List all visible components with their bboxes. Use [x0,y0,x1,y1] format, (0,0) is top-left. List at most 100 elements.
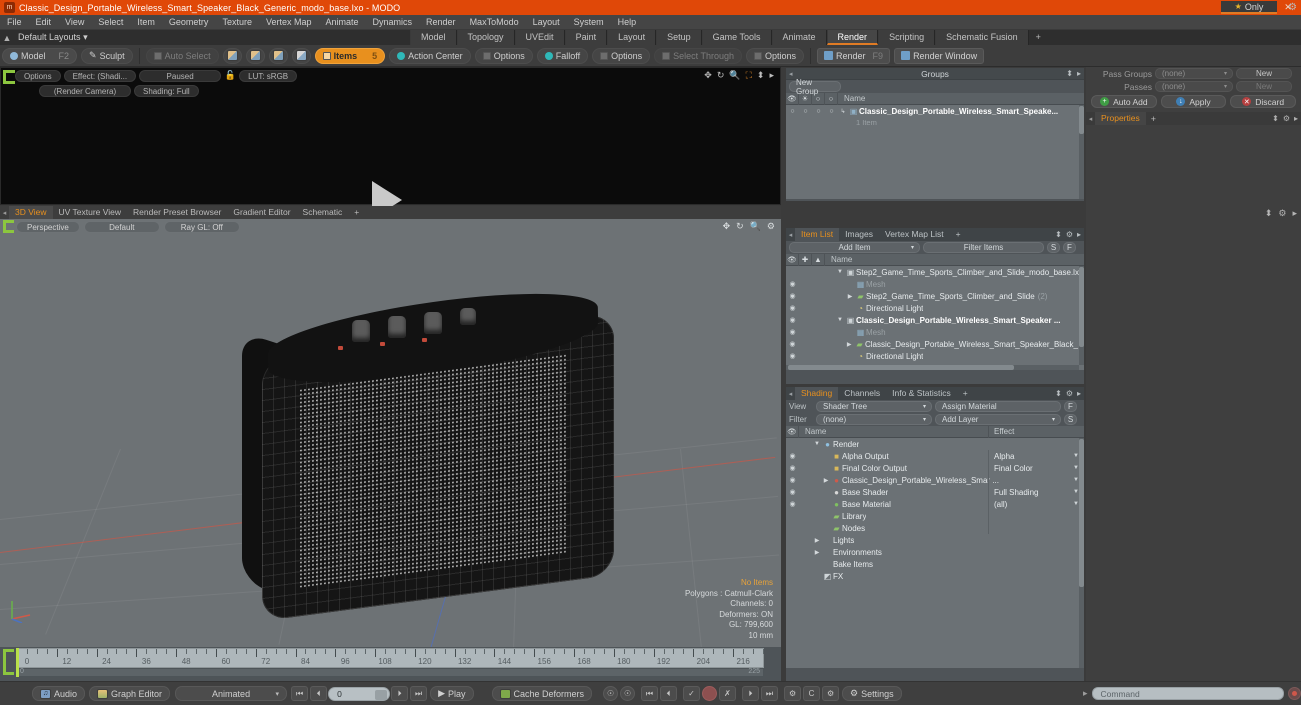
viewport-rotate-icon[interactable]: ↻ [736,221,744,232]
speaker-model[interactable] [232,278,652,624]
menu-icon-groups[interactable]: ▸ [1077,69,1081,78]
shading-pin-icon[interactable]: ◂ [786,390,795,398]
mode-tab-schematic-fusion[interactable]: Schematic Fusion [935,30,1029,45]
item-visibility-column-icon[interactable]: 👁 [786,253,799,266]
timeline-range-track[interactable]: 0 225 [16,668,764,677]
shader-effect-cell[interactable] [988,510,1084,522]
delete-key-button[interactable]: ✗ [719,686,737,701]
viewport-tab-3d-view[interactable]: 3D View [9,206,53,219]
items-mode-button[interactable]: Items 5 [314,47,386,64]
edges-mode-button[interactable] [245,47,265,64]
mode-tab-paint[interactable]: Paint [564,30,608,45]
item-twisty-icon[interactable]: ▶ [845,293,855,300]
shader-effect-cell[interactable] [988,522,1084,534]
panel-menu-icon[interactable]: ▸ [769,70,774,81]
item-twisty-icon[interactable]: ▼ [835,269,845,275]
shader-tree-row[interactable]: ▼ ● Render [786,438,1084,450]
last-key-button[interactable]: ⏭ [761,686,779,701]
group-visibility-icon[interactable]: ○ [786,108,799,115]
shader-twisty-icon[interactable]: ▶ [812,549,822,556]
tab-item-list[interactable]: Item List [795,228,840,241]
discard-button[interactable]: ✕ Discard [1230,95,1297,108]
expand-icon-shading[interactable]: ⬍ [1055,389,1062,398]
shader-tree-row[interactable]: ▰ Library [786,510,1084,522]
command-record-button[interactable] [1288,687,1301,700]
add-item-button[interactable]: Add Item ▾ [789,242,920,253]
menu-item-texture[interactable]: Texture [215,15,259,30]
viewport-perspective-dropdown[interactable]: Perspective [16,220,80,233]
item-visibility-icon[interactable]: ◉ [786,352,799,360]
item-list-row[interactable]: ◉ ▼ ▣ Classic_Design_Portable_Wireless_Smar… [786,314,1084,326]
item-visibility-icon[interactable]: ◉ [786,316,799,324]
item-visibility-icon[interactable]: ◉ [786,304,799,312]
prev-key-button[interactable]: ⏮ [641,686,659,701]
next-key-button[interactable]: ⏵ [742,686,760,701]
viewport-tab-gradient-editor[interactable]: Gradient Editor [227,206,296,219]
preview-effect-dropdown[interactable]: Effect: (Shadi... [63,69,137,82]
viewport-corner-marker-3d[interactable] [3,220,14,233]
add-key-button[interactable]: ✓ [683,686,701,701]
pass-groups-dropdown[interactable]: (none) ▾ [1155,68,1233,79]
key-filter-3-button[interactable]: ⚙ [822,686,840,701]
go-to-start-button[interactable]: ⏮ [291,686,309,701]
shader-tree-row[interactable]: ◉ ■ Final Color Output Final Color ▼ [786,462,1084,474]
menu-item-maxtomodo[interactable]: MaxToModo [463,15,526,30]
viewport-options-gear-icon[interactable]: ⚙ [767,221,775,232]
viewport-tab-uv-texture-view[interactable]: UV Texture View [53,206,128,219]
menu-item-vertex-map[interactable]: Vertex Map [259,15,319,30]
mode-tab-topology[interactable]: Topology [456,30,515,45]
zoom-icon[interactable]: 🔍 [729,70,740,81]
assign-material-button[interactable]: Assign Material [935,401,1061,412]
mode-tab-setup[interactable]: Setup [656,30,702,45]
shader-effect-cell[interactable]: Full Shading ▼ [988,486,1084,498]
shading-s-button[interactable]: S [1064,414,1077,425]
group-select-icon[interactable]: ○ [825,108,838,115]
menu-icon-properties[interactable]: ▸ [1294,114,1298,123]
shader-twisty-icon[interactable]: ▶ [821,477,831,484]
shader-tree-row[interactable]: ◉ ▶ ● Classic_Design_Portable_Wireless_Smar… [786,474,1084,486]
expand-icon-items[interactable]: ⬍ [1055,230,1062,239]
expand-icon[interactable]: ⬍ [757,70,765,81]
menu-item-select[interactable]: Select [91,15,130,30]
item-visibility-icon[interactable]: ◉ [786,292,799,300]
timeline-playhead[interactable] [16,648,19,677]
model-mode-button[interactable]: Model F2 [2,47,78,64]
viewport-zoom-icon[interactable]: 🔍 [750,221,761,232]
viewport-pin-icon[interactable]: ◂ [0,209,9,217]
preview-shading-dropdown[interactable]: Shading: Full [134,85,199,97]
menu-item-view[interactable]: View [58,15,91,30]
item-list-row[interactable]: ◉ ◔ Directional Light [786,350,1084,362]
menu-item-animate[interactable]: Animate [318,15,365,30]
render-button[interactable]: Render F9 [817,47,891,64]
add-tab-properties-button[interactable]: + [1146,114,1161,124]
item-list-row[interactable]: ◉ ▦ Mesh [786,278,1084,290]
viewport-tab-schematic[interactable]: Schematic [297,206,349,219]
expand-icon-properties[interactable]: ⬍ [1272,114,1279,123]
shading-filter-dropdown[interactable]: (none) ▾ [816,414,932,425]
new-group-button[interactable]: New Group [789,78,841,96]
shader-visibility-icon[interactable]: ◉ [786,500,799,508]
mode-tab-uvedit[interactable]: UVEdit [514,30,565,45]
menu-item-edit[interactable]: Edit [29,15,59,30]
shader-visibility-column-icon[interactable]: 👁 [786,425,799,438]
item-list-row[interactable]: ◉ ▶ ▰ Classic_Design_Portable_Wireless_Smar… [786,338,1084,350]
go-to-end-button[interactable]: ⏭ [410,686,428,701]
prev-key-2-button[interactable]: ⏴ [660,686,678,701]
preview-lut-dropdown[interactable]: LUT: sRGB [239,69,298,82]
play-button[interactable]: ▶ Play [430,686,474,701]
menu-item-file[interactable]: File [0,15,29,30]
audio-button[interactable]: ♫ Audio [32,686,86,701]
shader-tree-row[interactable]: ▶ Environments [786,546,1084,558]
rotate-icon[interactable]: ↻ [717,70,725,81]
expand-icon-groups[interactable]: ⬍ [1066,69,1073,78]
viewport-menu-icon[interactable]: ▸ [1292,208,1297,219]
filter-f-button[interactable]: F [1063,242,1076,253]
sculpt-button[interactable]: ✎ Sculpt [81,47,133,64]
shader-effect-cell[interactable]: Alpha ▼ [988,450,1084,462]
groups-list-body[interactable]: ○ ○ ○ ○ ↳ ▣ Classic_Design_Portable_Wireless_S… [786,105,1084,199]
select-through-button[interactable]: Select Through [654,47,742,64]
menu-item-render[interactable]: Render [419,15,463,30]
item-list-pin-icon[interactable]: ◂ [786,231,795,239]
item-list-body[interactable]: ▼ ▣ Step2_Game_Time_Sports_Climber_and_Sli… [786,266,1084,370]
step-back-button[interactable]: ⏴ [310,686,328,701]
